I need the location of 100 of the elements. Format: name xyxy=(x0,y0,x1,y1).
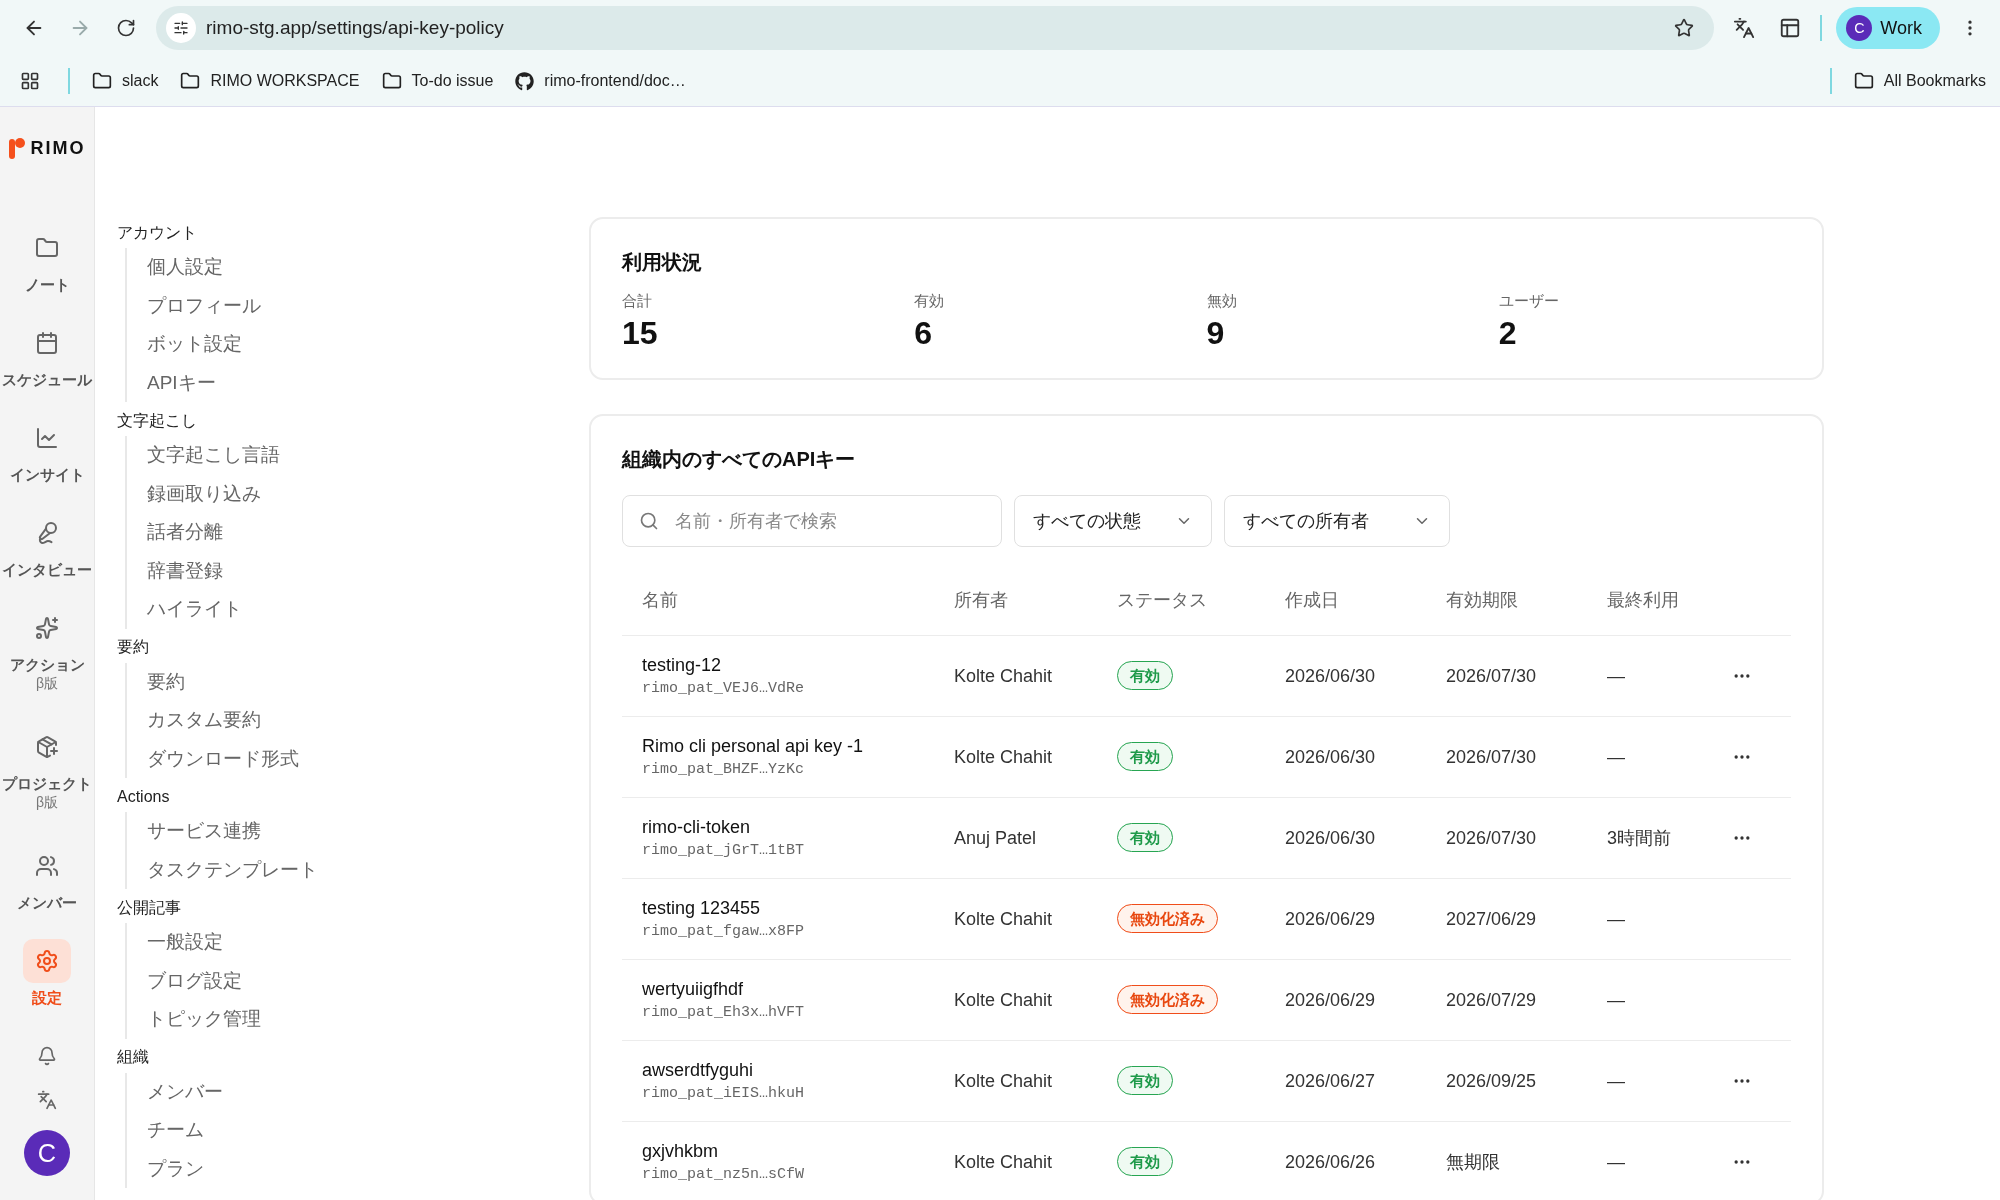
nav-link[interactable]: トピック管理 xyxy=(147,1000,565,1039)
table-cell: — xyxy=(1607,1151,1625,1173)
key-name: awserdtfyguhi xyxy=(642,1060,755,1081)
all-bookmarks[interactable]: All Bookmarks xyxy=(1853,71,1986,91)
bookmark[interactable]: To-do issue xyxy=(381,71,494,91)
table-cell: Kolte Chahit xyxy=(954,1070,1053,1092)
stat-value: 15 xyxy=(622,315,659,352)
table-cell: 2027/06/29 xyxy=(1446,908,1537,930)
bookmark-label: slack xyxy=(122,72,159,90)
folder-icon xyxy=(381,71,402,91)
bell-icon[interactable] xyxy=(37,1046,57,1066)
table-cell: 2026/07/30 xyxy=(1446,746,1537,768)
logo-text: RIMO xyxy=(30,137,86,159)
address-bar[interactable]: rimo-stg.app/settings/api-key-policy xyxy=(156,6,1715,50)
status-badge: 有効 xyxy=(1117,741,1173,771)
table-cell: — xyxy=(1607,665,1625,687)
rail-item[interactable]: メンバー xyxy=(0,844,94,939)
nav-link[interactable]: ボット設定 xyxy=(147,325,565,364)
table-cell: 2026/06/26 xyxy=(1285,1151,1376,1173)
key-token: rimo_pat_Eh3x…hVFT xyxy=(642,1004,806,1021)
key-name: rimo-cli-token xyxy=(642,817,752,838)
nav-link[interactable]: ダウンロード形式 xyxy=(147,739,565,778)
nav-section-title: アカウント xyxy=(117,222,198,243)
nav-section-title: 公開記事 xyxy=(117,897,182,918)
rail-item[interactable]: インタビュー xyxy=(0,511,94,606)
nav-link[interactable]: 個人設定 xyxy=(147,248,565,287)
rail-item[interactable]: ノート xyxy=(0,226,94,321)
beta-label: β版 xyxy=(35,794,59,812)
column-header: ステータス xyxy=(1117,589,1208,612)
key-token: rimo_pat_fgaw…x8FP xyxy=(642,923,806,940)
nav-link[interactable]: タスクテンプレート xyxy=(147,850,565,889)
nav-link[interactable]: ブログ設定 xyxy=(147,961,565,1000)
rail-item[interactable]: プロジェクト β版 xyxy=(0,725,94,844)
stat-label: 合計 xyxy=(622,292,653,311)
table-cell-text: 3時間前 xyxy=(1607,827,1671,850)
user-avatar[interactable]: C xyxy=(24,1130,70,1176)
site-settings-icon[interactable] xyxy=(166,13,196,43)
table-cell: 2026/07/30 xyxy=(1446,827,1537,849)
search-icon xyxy=(639,511,659,531)
nav-link[interactable]: 要約 xyxy=(147,662,565,701)
url-text: rimo-stg.app/settings/api-key-policy xyxy=(206,17,505,39)
rail-label: ノート xyxy=(24,276,70,295)
bookmark-label: To-do issue xyxy=(411,72,494,90)
stat-value: 9 xyxy=(1206,315,1226,352)
bookmark[interactable]: slack xyxy=(92,71,159,91)
nav-link[interactable]: チーム xyxy=(147,1111,565,1150)
table-cell: — xyxy=(1607,908,1625,930)
nav-link[interactable]: プラン xyxy=(147,1149,565,1188)
nav-link[interactable]: カスタム要約 xyxy=(147,701,565,740)
table-cell: Kolte Chahit xyxy=(954,908,1053,930)
search-field[interactable]: 名前・所有者で検索 xyxy=(622,495,1002,547)
nav-link[interactable]: 録画取り込み xyxy=(147,474,565,513)
nav-link[interactable]: 文字起こし言語 xyxy=(147,436,565,475)
key-token: rimo_pat_BHZF…YzKc xyxy=(642,761,806,778)
table-cell: 2026/06/29 xyxy=(1285,908,1376,930)
rail-item[interactable]: 設定 xyxy=(0,939,94,1034)
rail-item[interactable]: スケジュール xyxy=(0,321,94,416)
bookmark-label: RIMO WORKSPACE xyxy=(210,72,360,90)
table-cell-text: 無期限 xyxy=(1446,1151,1500,1174)
nav-link[interactable]: プロフィール xyxy=(147,286,565,325)
table-cell: Anuj Patel xyxy=(954,827,1037,849)
rail-item[interactable]: アクション β版 xyxy=(0,606,94,725)
filter-dropdown[interactable]: すべての所有者 xyxy=(1224,495,1450,547)
key-token: rimo_pat_jGrT…1tBT xyxy=(642,842,806,859)
table-cell: Kolte Chahit xyxy=(954,665,1053,687)
status-badge: 無効化済み xyxy=(1117,984,1218,1014)
rail-label: 設定 xyxy=(32,989,62,1008)
nav-link[interactable]: 辞書登録 xyxy=(147,551,565,590)
card-title: 利用状況 xyxy=(622,250,703,275)
folder-icon xyxy=(92,71,112,91)
table-cell: 2026/06/27 xyxy=(1285,1070,1376,1092)
rail-label: インタビュー xyxy=(2,561,92,580)
bookmark-label: All Bookmarks xyxy=(1883,72,1986,90)
rail-label: プロジェクト xyxy=(2,775,92,794)
bookmark[interactable]: rimo-frontend/doc… xyxy=(515,71,686,91)
filter-dropdown[interactable]: すべての状態 xyxy=(1014,495,1212,547)
bookmark[interactable]: RIMO WORKSPACE xyxy=(180,71,360,91)
nav-link[interactable]: 一般設定 xyxy=(147,923,565,962)
translate-icon[interactable] xyxy=(37,1090,57,1110)
nav-link[interactable]: メンバー xyxy=(147,1072,565,1111)
nav-link[interactable]: APIキー xyxy=(147,363,565,402)
key-token: rimo_pat_nz5n…sCfW xyxy=(642,1166,806,1183)
nav-link[interactable]: ハイライト xyxy=(147,590,565,629)
rail-item[interactable]: インサイト xyxy=(0,416,94,511)
table-cell: 2026/06/30 xyxy=(1285,665,1376,687)
table-cell: 2026/06/30 xyxy=(1285,827,1376,849)
nav-section-title: Actions xyxy=(117,787,171,807)
status-badge: 有効 xyxy=(1117,1146,1173,1176)
profile-button[interactable]: C Work xyxy=(1836,7,1940,49)
table-cell: Kolte Chahit xyxy=(954,746,1053,768)
beta-label: β版 xyxy=(35,675,59,693)
nav-link[interactable]: サービス連携 xyxy=(147,812,565,851)
key-token: rimo_pat_VEJ6…VdRe xyxy=(642,680,806,697)
rail-label: アクション xyxy=(9,656,85,675)
nav-link[interactable]: 話者分離 xyxy=(147,513,565,552)
card-title: 組織内のすべてのAPIキー xyxy=(622,447,857,472)
nav-section-title: 文字起こし xyxy=(117,410,198,431)
table-cell: 2026/09/25 xyxy=(1446,1070,1537,1092)
folder-icon xyxy=(180,71,201,91)
status-badge: 有効 xyxy=(1117,822,1173,852)
